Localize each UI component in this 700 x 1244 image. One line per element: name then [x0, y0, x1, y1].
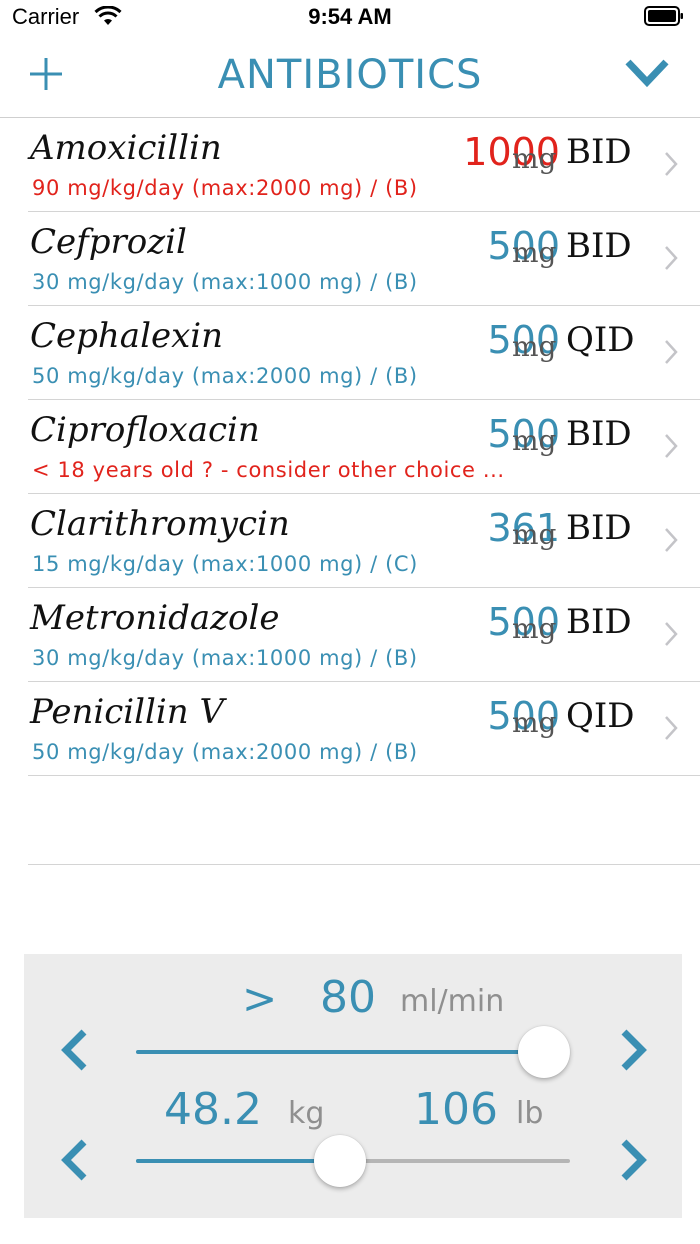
- patient-parameters-panel: > 80 ml/min 48.2 kg 106 lb: [24, 954, 682, 1218]
- dose-unit: mg: [512, 612, 557, 645]
- weight-slider-fill: [136, 1159, 340, 1163]
- renal-slider-thumb[interactable]: [517, 1026, 570, 1078]
- chevron-down-icon[interactable]: [624, 58, 670, 88]
- weight-kg-value: 48.2: [164, 1084, 262, 1135]
- dose-frequency: QID: [566, 320, 635, 360]
- dose-frequency: BID: [566, 226, 632, 266]
- chevron-right-icon: [665, 434, 678, 458]
- chevron-right-icon: [665, 622, 678, 646]
- dose-frequency: BID: [566, 414, 632, 454]
- dose-frequency: QID: [566, 696, 635, 736]
- dose-detail: 50 mg/kg/day (max:2000 mg) / (B): [32, 364, 418, 388]
- list-item[interactable]: Cefprozil 500 mg BID 30 mg/kg/day (max:1…: [0, 212, 700, 306]
- antibiotic-list: Amoxicillin 1000 mg BID 90 mg/kg/day (ma…: [0, 118, 700, 776]
- dose-frequency: BID: [566, 132, 632, 172]
- dose-unit: mg: [512, 424, 557, 457]
- dose-detail: < 18 years old ? - consider other choice…: [32, 458, 505, 482]
- dose-unit: mg: [512, 330, 557, 363]
- status-bar: Carrier 9:54 AM: [0, 0, 700, 34]
- list-item[interactable]: Metronidazole 500 mg BID 30 mg/kg/day (m…: [0, 588, 700, 682]
- page-title: ANTIBIOTICS: [217, 52, 483, 98]
- dose-frequency: BID: [566, 602, 632, 642]
- drug-name: Cephalexin: [30, 316, 224, 356]
- dose-frequency: BID: [566, 508, 632, 548]
- list-item[interactable]: Cephalexin 500 mg QID 50 mg/kg/day (max:…: [0, 306, 700, 400]
- renal-comparator: >: [242, 974, 278, 1023]
- weight-lb-unit: lb: [516, 1096, 544, 1131]
- dose-detail: 90 mg/kg/day (max:2000 mg) / (B): [32, 176, 418, 200]
- chevron-right-icon: [665, 340, 678, 364]
- chevron-left-icon[interactable]: [58, 1028, 90, 1072]
- list-item[interactable]: Clarithromycin 361 mg BID 15 mg/kg/day (…: [0, 494, 700, 588]
- dose-unit: mg: [512, 518, 557, 551]
- weight-lb-value: 106: [414, 1084, 498, 1135]
- dose-unit: mg: [512, 706, 557, 739]
- navigation-bar: ANTIBIOTICS: [0, 34, 700, 118]
- list-item[interactable]: Ciprofloxacin 500 mg BID < 18 years old …: [0, 400, 700, 494]
- weight-kg-unit: kg: [288, 1096, 325, 1131]
- dose-unit: mg: [512, 142, 557, 175]
- chevron-left-icon[interactable]: [58, 1138, 90, 1182]
- weight-slider-thumb[interactable]: [313, 1135, 366, 1187]
- battery-icon: [644, 6, 683, 26]
- status-time: 9:54 AM: [308, 4, 392, 29]
- list-item[interactable]: Penicillin V 500 mg QID 50 mg/kg/day (ma…: [0, 682, 700, 776]
- divider: [28, 864, 700, 865]
- dose-detail: 15 mg/kg/day (max:1000 mg) / (C): [32, 552, 418, 576]
- dose-detail: 50 mg/kg/day (max:2000 mg) / (B): [32, 740, 418, 764]
- renal-unit: ml/min: [400, 984, 505, 1019]
- drug-name: Penicillin V: [30, 692, 225, 732]
- dose-detail: 30 mg/kg/day (max:1000 mg) / (B): [32, 270, 418, 294]
- drug-name: Metronidazole: [30, 598, 280, 638]
- chevron-right-icon: [665, 152, 678, 176]
- renal-slider-track[interactable]: [136, 1050, 570, 1054]
- drug-name: Clarithromycin: [30, 504, 290, 544]
- chevron-right-icon[interactable]: [618, 1028, 650, 1072]
- list-item[interactable]: Amoxicillin 1000 mg BID 90 mg/kg/day (ma…: [0, 118, 700, 212]
- chevron-right-icon: [665, 246, 678, 270]
- renal-value: 80: [320, 972, 376, 1023]
- chevron-right-icon: [665, 716, 678, 740]
- chevron-right-icon: [665, 528, 678, 552]
- dose-detail: 30 mg/kg/day (max:1000 mg) / (B): [32, 646, 418, 670]
- drug-name: Ciprofloxacin: [30, 410, 260, 450]
- dose-unit: mg: [512, 236, 557, 269]
- drug-name: Amoxicillin: [30, 128, 222, 168]
- chevron-right-icon[interactable]: [618, 1138, 650, 1182]
- drug-name: Cefprozil: [30, 222, 187, 262]
